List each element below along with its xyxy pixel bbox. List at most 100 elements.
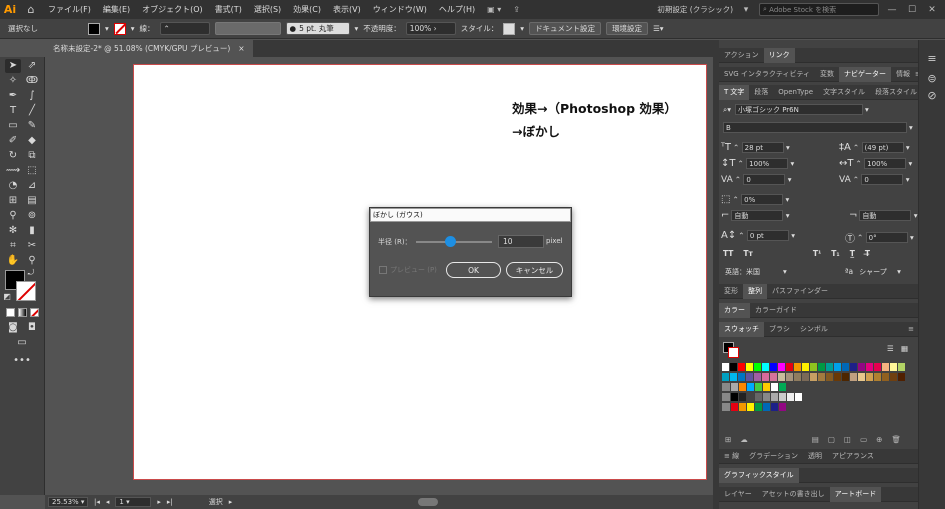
stroke-weight-field[interactable]: ⌃ [159, 22, 210, 35]
swatch[interactable] [731, 403, 739, 411]
swatch[interactable] [795, 393, 803, 401]
line-tool-icon[interactable]: ╱ [24, 104, 40, 118]
curvature-tool-icon[interactable]: ∫ [24, 89, 40, 103]
swatch[interactable] [754, 373, 762, 381]
tab-align[interactable]: 整列 [743, 283, 767, 299]
swatch[interactable] [722, 373, 730, 381]
rotate-tool-icon[interactable]: ↻ [5, 149, 21, 163]
graphic-style-swatch[interactable] [503, 22, 516, 35]
chevron-down-icon[interactable]: ▾ [785, 175, 792, 184]
swatch-library-icon[interactable]: ⊞ [725, 435, 731, 444]
swatch[interactable] [755, 383, 763, 391]
swatch[interactable] [731, 393, 739, 401]
swatch[interactable] [850, 363, 858, 371]
font-size-field[interactable]: 28 pt [741, 142, 784, 153]
aki-right-field[interactable]: 自動 [859, 210, 912, 221]
swatch[interactable] [802, 363, 810, 371]
swatch[interactable] [818, 363, 826, 371]
tab-character[interactable]: T 文字 [719, 84, 750, 100]
brush-definition-field[interactable]: ● 5 pt. 丸筆 [285, 22, 350, 35]
folder-icon[interactable] [722, 393, 730, 401]
default-colors-icon[interactable]: ◩ [2, 292, 12, 302]
opacity-field[interactable]: 100% › [405, 22, 456, 35]
swatch[interactable] [874, 363, 882, 371]
tab-variables[interactable]: 変数 [815, 67, 839, 82]
tracking-field[interactable]: 0 [861, 174, 904, 185]
swatch[interactable] [826, 363, 834, 371]
variable-width-field[interactable] [214, 22, 281, 35]
swatch[interactable] [850, 373, 858, 381]
swatch[interactable] [818, 373, 826, 381]
fill-swatch[interactable] [88, 22, 100, 35]
swatch[interactable] [890, 363, 898, 371]
preferences-button[interactable]: 環境設定 [606, 22, 649, 35]
trash-icon[interactable]: 🗑 [891, 435, 901, 444]
tab-character-styles[interactable]: 文字スタイル [818, 85, 870, 100]
document-setup-button[interactable]: ドキュメント設定 [529, 22, 602, 35]
free-transform-icon[interactable]: ⬚ [24, 164, 40, 178]
document-tab[interactable]: 名称未設定-2* @ 51.08% (CMYK/GPU プレビュー) × [45, 40, 253, 57]
swatch[interactable] [898, 363, 906, 371]
workspace-switcher[interactable]: 初期設定 (クラシック) [657, 4, 733, 15]
tab-brushes[interactable]: ブラシ [764, 322, 795, 337]
type-tool-icon[interactable]: T [5, 104, 21, 118]
swatch[interactable] [770, 363, 778, 371]
swatch[interactable] [866, 373, 874, 381]
chevron-down-icon[interactable]: ▾ [783, 195, 790, 204]
menu-object[interactable]: オブジェクト(O) [136, 4, 209, 15]
swatch-options-icon[interactable]: ▢ [828, 435, 835, 444]
last-artboard-icon[interactable]: ▸| [167, 498, 173, 506]
stroke-swatch[interactable] [113, 22, 126, 35]
swatch[interactable] [763, 383, 771, 391]
draw-normal-icon[interactable]: ◙ [5, 321, 21, 335]
artboard-tool-icon[interactable]: ⌗ [5, 239, 21, 253]
font-family-field[interactable]: 小塚ゴシック Pr6N [734, 104, 863, 115]
small-caps-button[interactable]: Tт [743, 249, 752, 258]
zoom-field[interactable]: 25.53% ▾ [48, 497, 88, 507]
swatch[interactable] [786, 373, 794, 381]
chevron-down-icon[interactable]: ▾ [904, 143, 910, 152]
swatch[interactable] [826, 373, 834, 381]
swatch[interactable] [794, 363, 802, 371]
tab-artboards[interactable]: アートボード [829, 486, 882, 502]
direct-selection-tool-icon[interactable]: ⇗ [24, 59, 40, 73]
mesh-tool-icon[interactable]: ⊞ [5, 194, 21, 208]
baseline-field[interactable]: 0 pt [746, 230, 789, 241]
swatch[interactable] [890, 373, 898, 381]
swatch[interactable] [794, 373, 802, 381]
folder-icon[interactable] [722, 383, 730, 391]
swatch[interactable] [722, 363, 730, 371]
menu-type[interactable]: 書式(T) [209, 4, 248, 15]
pen-tool-icon[interactable]: ✒ [5, 89, 21, 103]
leading-field[interactable]: (49 pt) [861, 142, 904, 153]
tab-links[interactable]: リンク [763, 47, 795, 63]
swatch[interactable] [755, 403, 763, 411]
underline-icon[interactable]: T̲ [850, 249, 855, 258]
chevron-down-icon[interactable]: ▾ [788, 159, 795, 168]
tab-gradient[interactable]: グラデーション [744, 449, 803, 464]
swatch[interactable] [762, 373, 770, 381]
share-icon[interactable]: ⇪ [507, 5, 526, 14]
tab-swatches[interactable]: スウォッチ [719, 321, 764, 337]
artboard-number-field[interactable]: 1 ▾ [115, 497, 152, 507]
tab-actions[interactable]: アクション [719, 48, 764, 63]
swatch[interactable] [730, 363, 738, 371]
antialias-field[interactable]: シャープ [857, 266, 897, 277]
properties-icon[interactable]: ≡ [923, 50, 941, 66]
rectangle-tool-icon[interactable]: ▭ [5, 119, 21, 133]
opacity-label[interactable]: 不透明度： [363, 23, 401, 34]
swatch[interactable] [778, 363, 786, 371]
radius-slider-thumb[interactable] [444, 236, 456, 247]
maximize-icon[interactable]: ☐ [905, 5, 919, 15]
swatch[interactable] [739, 403, 747, 411]
selection-tool-icon[interactable]: ➤ [5, 59, 21, 73]
chevron-down-icon[interactable]: ▾ [908, 233, 914, 242]
swatch[interactable] [842, 373, 850, 381]
color-group-icon[interactable]: ◫ [844, 435, 851, 444]
swatch[interactable] [738, 363, 746, 371]
cloud-icon[interactable]: ☁ [740, 435, 748, 444]
tab-stroke[interactable]: ≡ 線 [719, 449, 744, 464]
rotation-field[interactable]: 0° [865, 232, 908, 243]
swatch[interactable] [834, 363, 842, 371]
tab-color[interactable]: カラー [719, 302, 750, 318]
